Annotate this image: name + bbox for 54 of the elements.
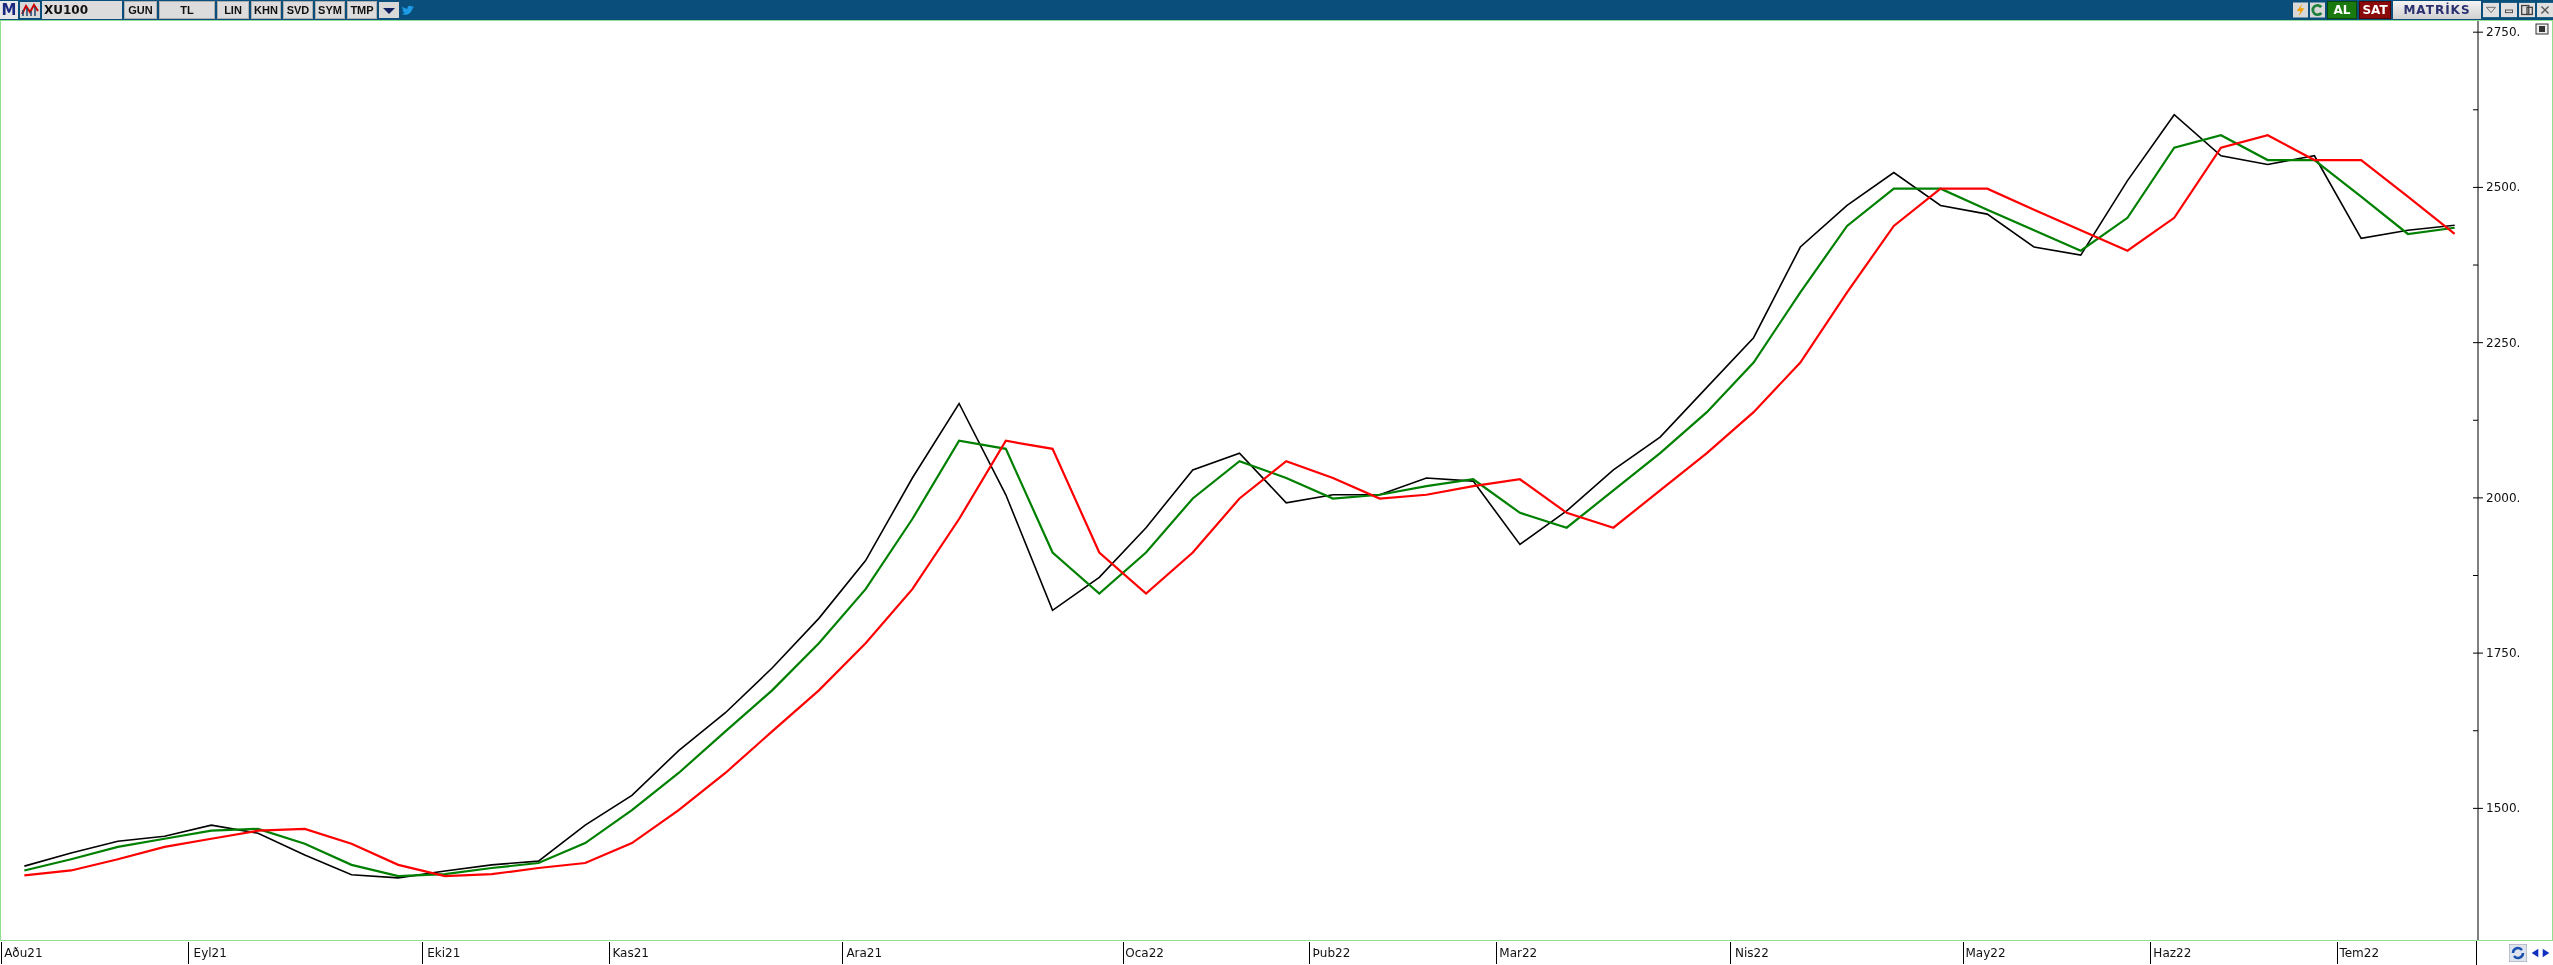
x-axis-tick xyxy=(1963,942,1965,964)
x-axis-label: Ara21 xyxy=(846,946,883,960)
toolbar-button[interactable]: GUN xyxy=(124,1,157,19)
y-axis-label: 2250. xyxy=(2486,335,2521,350)
y-axis-label: 2500. xyxy=(2486,180,2521,195)
toolbar-button[interactable]: LIN xyxy=(217,1,249,19)
x-axis-label: Kas21 xyxy=(612,946,649,960)
minimize-icon[interactable] xyxy=(2501,2,2517,18)
app-logo: M xyxy=(0,1,18,19)
dropdown-icon[interactable] xyxy=(379,2,399,18)
x-axis-label: Haz22 xyxy=(2153,946,2192,960)
x-axis-label: Mar22 xyxy=(1499,946,1538,960)
symbol-field[interactable]: XU100 xyxy=(42,1,122,19)
x-axis-tick xyxy=(2337,942,2339,964)
y-axis-label: 1500. xyxy=(2486,801,2521,816)
y-axis-label: 2000. xyxy=(2486,490,2521,505)
y-axis-label: 2750. xyxy=(2486,25,2521,40)
restore-icon[interactable] xyxy=(2519,2,2535,18)
y-axis-label: 1750. xyxy=(2486,646,2521,661)
x-axis-tick xyxy=(421,942,423,964)
x-axis-tick xyxy=(1496,942,1498,964)
x-axis-label: May22 xyxy=(1965,946,2006,960)
x-axis-tick xyxy=(1,942,3,964)
brand-logo: MATRİKS xyxy=(2393,1,2481,19)
x-axis-label: Eki21 xyxy=(427,946,461,960)
x-axis-label: Eyl21 xyxy=(193,946,227,960)
toolbar-button[interactable]: TL xyxy=(159,1,215,19)
toolbar-button[interactable]: KHN xyxy=(251,1,281,19)
buy-button[interactable]: AL xyxy=(2327,1,2357,19)
x-axis-tick xyxy=(1309,942,1311,964)
toolbar-button[interactable]: SYM xyxy=(315,1,345,19)
sync-icon[interactable] xyxy=(2509,944,2527,962)
x-axis-label: Þub22 xyxy=(1312,946,1351,960)
refresh-icon[interactable] xyxy=(2310,2,2325,18)
x-axis-tick xyxy=(1122,942,1124,964)
x-axis-tick xyxy=(188,942,190,964)
pin-icon[interactable] xyxy=(2535,23,2549,35)
close-icon[interactable] xyxy=(2537,2,2553,18)
x-axis-label: Nis22 xyxy=(1734,946,1769,960)
toolbar-button[interactable]: SVD xyxy=(283,1,313,19)
toolbar-button[interactable]: TMP xyxy=(347,1,377,19)
x-axis-label: Tem22 xyxy=(2339,946,2380,960)
right-arrow-icon[interactable] xyxy=(2541,947,2551,959)
x-axis-tick xyxy=(842,942,844,964)
bird-icon[interactable] xyxy=(401,3,415,17)
x-axis-tick xyxy=(2150,942,2152,964)
x-axis-tick xyxy=(1729,942,1731,964)
sell-button[interactable]: SAT xyxy=(2359,1,2391,19)
x-axis-tick xyxy=(608,942,610,964)
x-axis-label: Oca22 xyxy=(1125,946,1164,960)
left-arrow-icon[interactable] xyxy=(2530,947,2540,959)
dropdown-icon[interactable] xyxy=(2483,2,2499,18)
x-axis-label: Aðu21 xyxy=(4,946,43,960)
chart-icon[interactable] xyxy=(20,2,40,18)
